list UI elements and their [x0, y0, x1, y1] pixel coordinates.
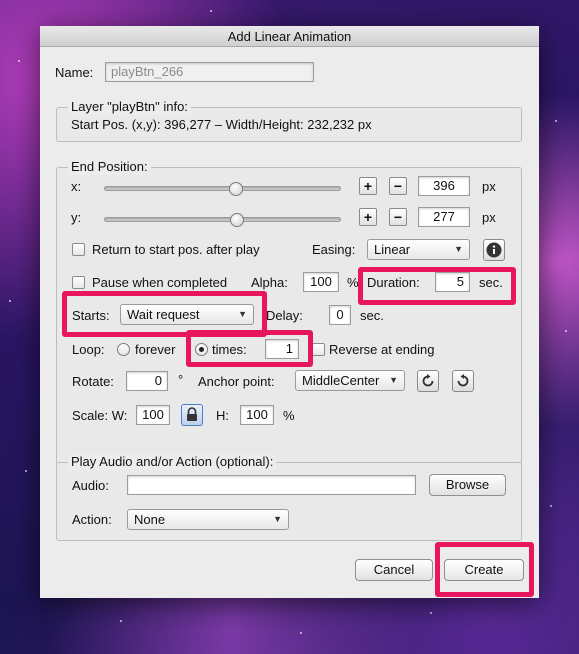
- delay-input[interactable]: 0: [329, 305, 351, 325]
- rotate-counterclockwise-icon: [457, 374, 469, 387]
- star: [210, 10, 212, 12]
- dialog-title: Add Linear Animation: [40, 26, 539, 47]
- x-minus-button[interactable]: −: [389, 177, 407, 195]
- x-plus-button[interactable]: +: [359, 177, 377, 195]
- action-select[interactable]: None ▼: [127, 509, 289, 530]
- audio-label: Audio:: [72, 478, 109, 493]
- delay-unit: sec.: [360, 308, 384, 323]
- scale-w-input[interactable]: 100: [136, 405, 170, 425]
- return-start-label: Return to start pos. after play: [92, 242, 260, 257]
- star: [300, 632, 302, 634]
- scale-h-input[interactable]: 100: [240, 405, 274, 425]
- y-unit: px: [482, 210, 496, 225]
- easing-value: Linear: [374, 242, 411, 257]
- reverse-ending-label: Reverse at ending: [329, 342, 435, 357]
- browse-button[interactable]: Browse: [429, 474, 506, 496]
- x-slider[interactable]: [104, 186, 341, 191]
- alpha-label: Alpha:: [251, 275, 288, 290]
- star: [120, 620, 122, 622]
- loop-forever-radio[interactable]: [117, 343, 130, 356]
- chevron-down-icon: ▼: [273, 514, 282, 524]
- audio-input[interactable]: [127, 475, 416, 495]
- y-slider[interactable]: [104, 217, 341, 222]
- rotate-unit: °: [178, 372, 184, 387]
- action-label: Action:: [72, 512, 112, 527]
- layer-info-legend: Layer "playBtn" info:: [68, 99, 191, 115]
- reverse-ending-checkbox[interactable]: [312, 343, 325, 356]
- audio-action-legend: Play Audio and/or Action (optional):: [68, 454, 277, 470]
- scale-w-label: Scale: W:: [72, 408, 128, 423]
- pause-completed-checkbox[interactable]: [72, 276, 85, 289]
- star: [25, 470, 27, 472]
- star: [9, 300, 11, 302]
- chevron-down-icon: ▼: [389, 375, 398, 385]
- alpha-input[interactable]: 100: [303, 272, 339, 292]
- x-slider-thumb[interactable]: [229, 182, 243, 196]
- anchor-point-value: MiddleCenter: [302, 373, 380, 388]
- alpha-unit: %: [347, 275, 359, 290]
- rotate-input[interactable]: 0: [126, 371, 168, 391]
- star: [565, 330, 567, 332]
- pause-completed-label: Pause when completed: [92, 275, 228, 290]
- end-position-legend: End Position:: [68, 159, 151, 175]
- star: [18, 60, 20, 62]
- rotate-counterclockwise-button[interactable]: [452, 370, 474, 392]
- rotate-clockwise-button[interactable]: [417, 370, 439, 392]
- y-minus-button[interactable]: −: [389, 208, 407, 226]
- duration-highlight: [358, 267, 516, 305]
- y-plus-button[interactable]: +: [359, 208, 377, 226]
- cancel-button[interactable]: Cancel: [355, 559, 433, 581]
- easing-label: Easing:: [312, 242, 356, 257]
- return-start-checkbox[interactable]: [72, 243, 85, 256]
- anchor-point-label: Anchor point:: [198, 374, 275, 389]
- star: [430, 612, 432, 614]
- x-unit: px: [482, 179, 496, 194]
- scale-h-label: H:: [216, 408, 229, 423]
- star: [550, 505, 552, 507]
- lock-icon: [187, 407, 197, 421]
- info-button[interactable]: [483, 239, 505, 261]
- chevron-down-icon: ▼: [454, 244, 463, 254]
- delay-label: Delay:: [266, 308, 303, 323]
- y-input[interactable]: 277: [418, 207, 470, 227]
- name-field[interactable]: playBtn_266: [105, 62, 314, 82]
- layer-info-text: Start Pos. (x,y): 396,277 – Width/Height…: [71, 117, 372, 132]
- star: [555, 120, 557, 122]
- loop-label: Loop:: [72, 342, 105, 357]
- scale-unit: %: [283, 408, 295, 423]
- rotate-clockwise-icon: [422, 374, 434, 387]
- x-input[interactable]: 396: [418, 176, 470, 196]
- easing-select[interactable]: Linear ▼: [367, 239, 470, 260]
- action-value: None: [134, 512, 166, 527]
- info-icon: [486, 242, 502, 258]
- loop-forever-label: forever: [135, 342, 176, 357]
- lock-aspect-button[interactable]: [181, 404, 203, 426]
- y-label: y:: [71, 210, 82, 225]
- name-label: Name:: [55, 65, 94, 80]
- loop-times-highlight: [186, 330, 313, 367]
- x-label: x:: [71, 179, 82, 194]
- anchor-point-select[interactable]: MiddleCenter ▼: [295, 370, 405, 391]
- rotate-label: Rotate:: [72, 374, 114, 389]
- y-slider-thumb[interactable]: [230, 213, 244, 227]
- create-highlight: [435, 542, 534, 597]
